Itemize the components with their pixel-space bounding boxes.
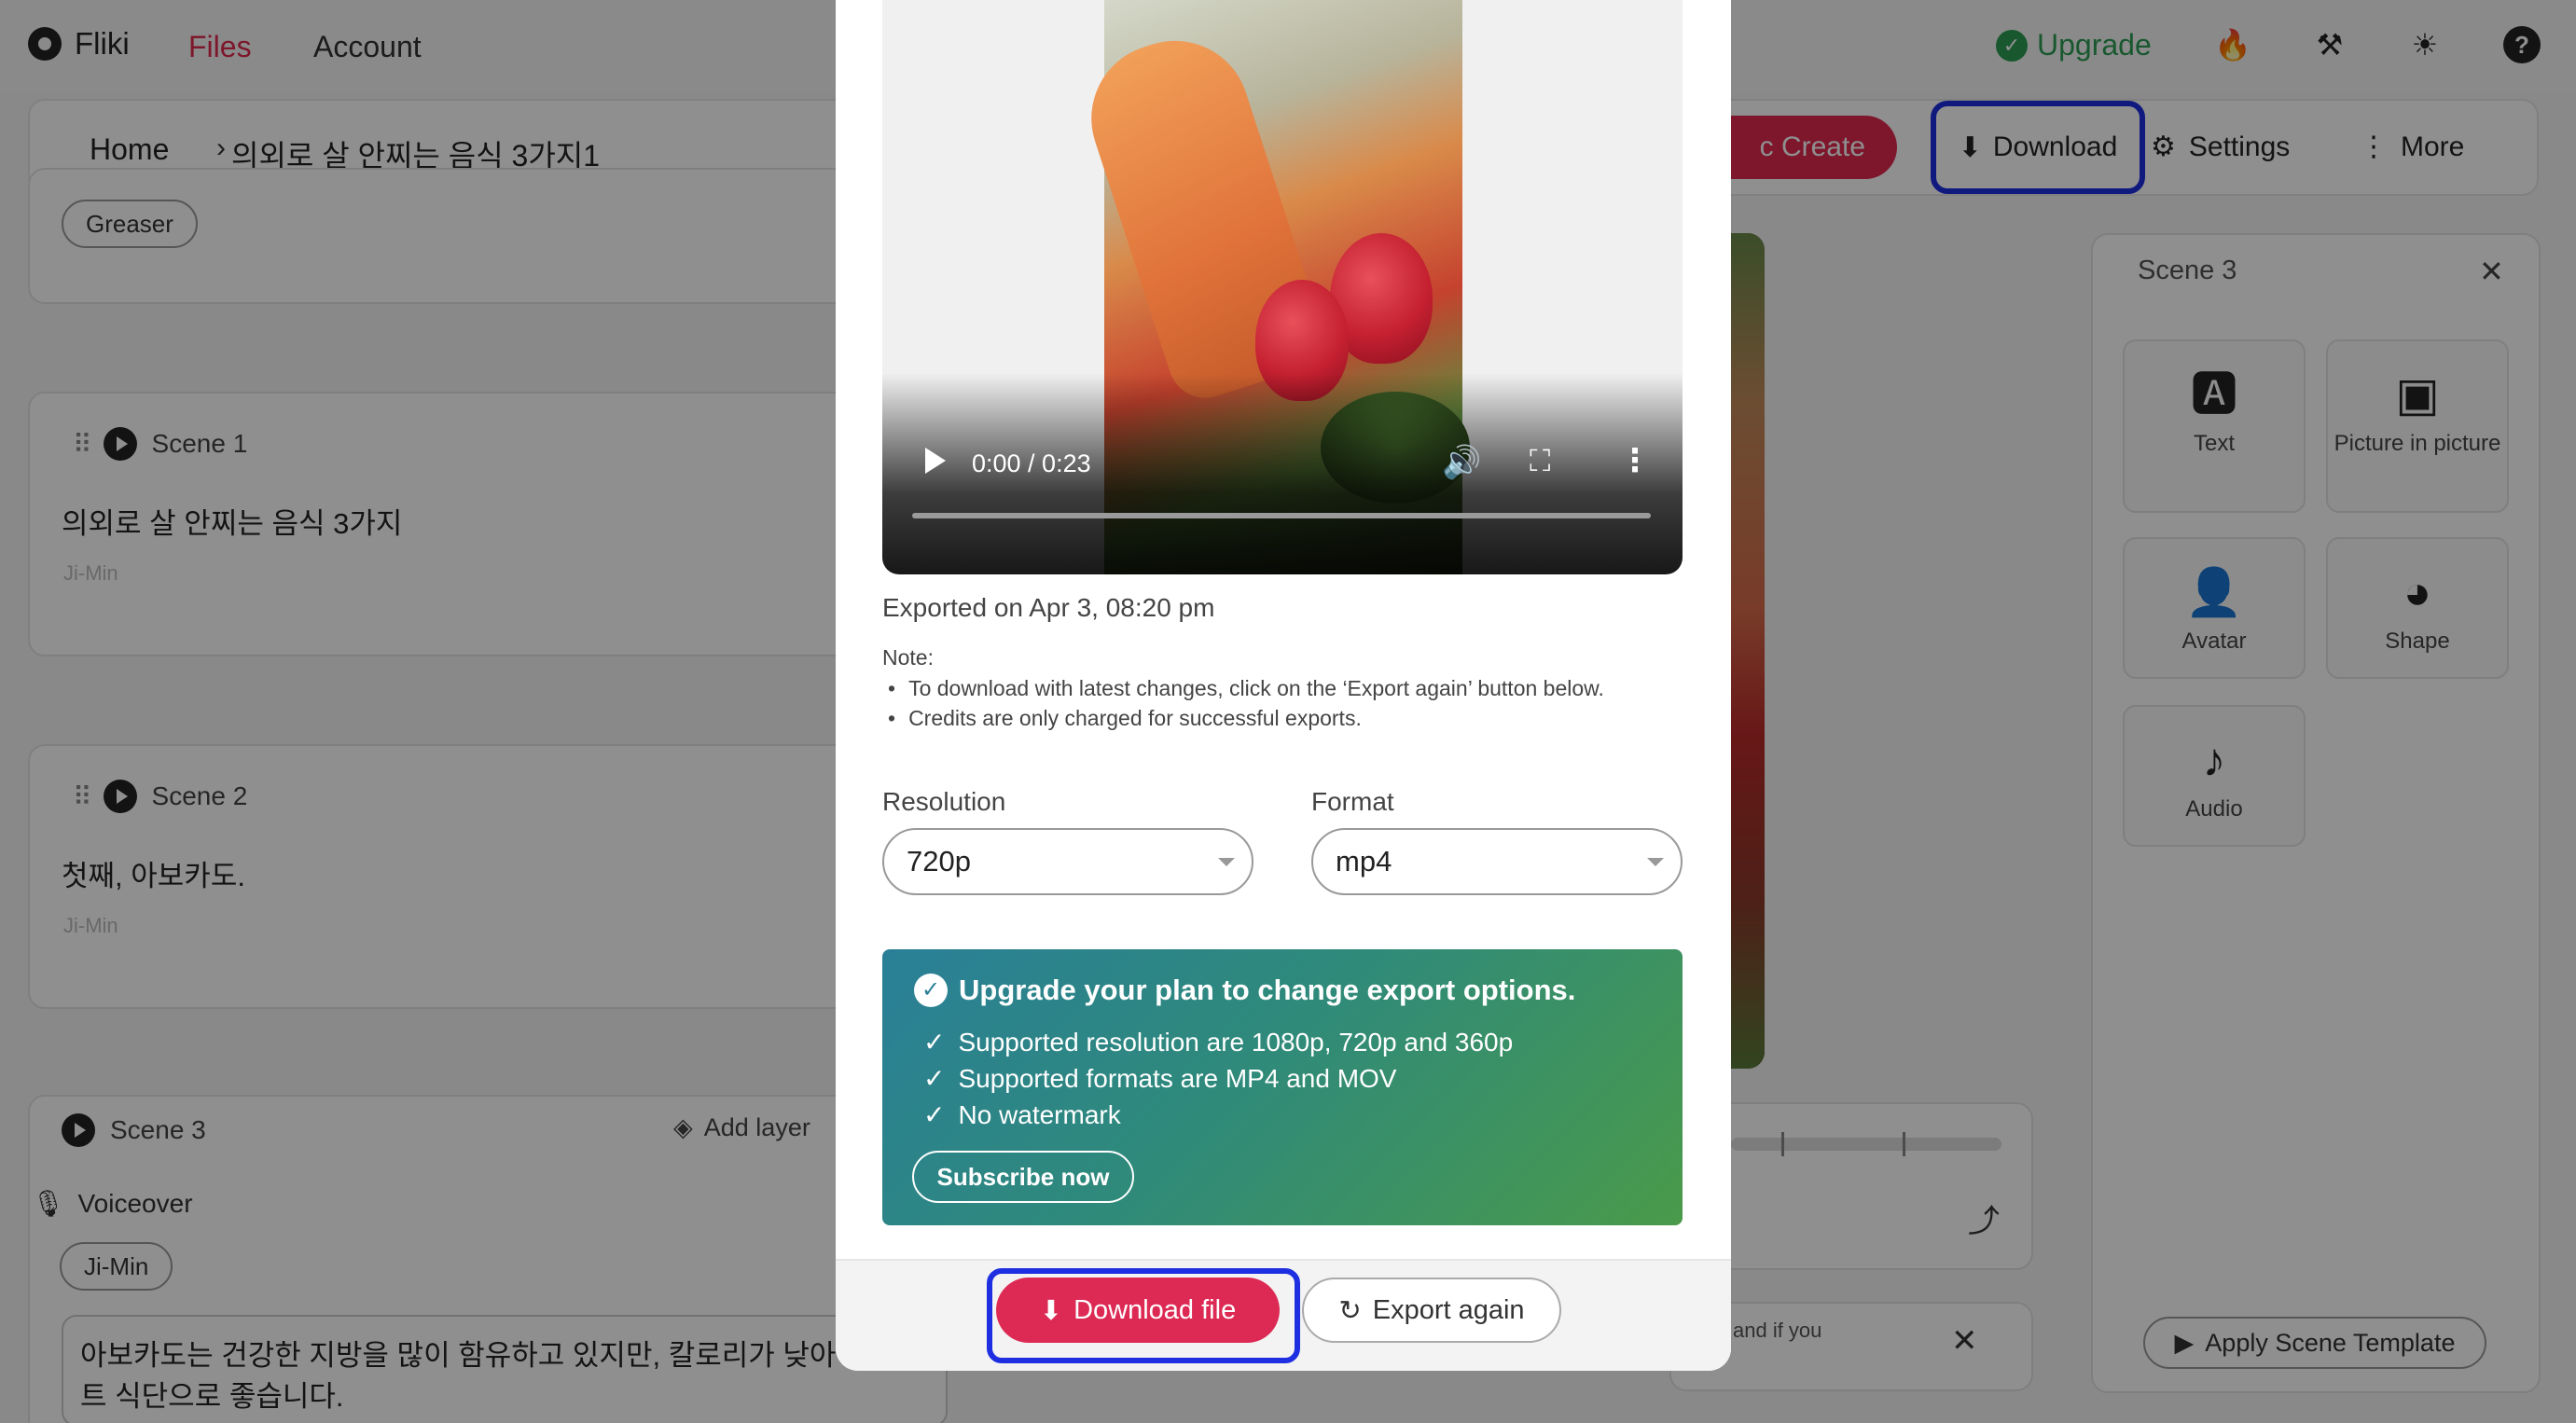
format-select[interactable]: mp4	[1311, 828, 1683, 895]
download-file-button[interactable]: ⬇ Download file	[996, 1278, 1280, 1343]
download-file-label: Download file	[1073, 1294, 1237, 1325]
chevron-down-icon	[1647, 858, 1664, 866]
video-time: 0:00 / 0:23	[972, 449, 1091, 477]
modal-footer: ⬇ Download file ↻ Export again	[836, 1259, 1731, 1371]
promo-feature: Supported resolution are 1080p, 720p and…	[923, 1024, 1513, 1060]
subscribe-now-button[interactable]: Subscribe now	[912, 1151, 1134, 1203]
note-title: Note:	[882, 645, 934, 670]
export-again-label: Export again	[1372, 1294, 1525, 1325]
format-label: Format	[1311, 787, 1394, 816]
promo-feature: Supported formats are MP4 and MOV	[923, 1060, 1513, 1097]
fullscreen-icon[interactable]: ⛶	[1530, 444, 1550, 479]
promo-feature-list: Supported resolution are 1080p, 720p and…	[923, 1024, 1513, 1133]
video-progress-bar[interactable]	[912, 513, 1651, 518]
verified-badge-icon: ✓	[914, 974, 948, 1007]
resolution-label: Resolution	[882, 787, 1006, 816]
promo-title: ✓ Upgrade your plan to change export opt…	[914, 974, 1575, 1007]
note-item: Credits are only charged for successful …	[882, 703, 1604, 733]
download-modal: 0:00 / 0:23 🔊 ⛶ ⋮ Exported on Apr 3, 08:…	[836, 0, 1731, 1371]
more-vertical-icon[interactable]: ⋮	[1619, 442, 1651, 479]
resolution-select[interactable]: 720p	[882, 828, 1253, 895]
promo-feature: No watermark	[923, 1097, 1513, 1133]
resolution-value: 720p	[907, 845, 971, 877]
format-value: mp4	[1336, 845, 1392, 877]
exported-date: Exported on Apr 3, 08:20 pm	[882, 593, 1215, 622]
promo-title-text: Upgrade your plan to change export optio…	[959, 974, 1576, 1006]
export-again-button[interactable]: ↻ Export again	[1302, 1278, 1561, 1343]
note-item: To download with latest changes, click o…	[882, 673, 1604, 703]
volume-icon[interactable]: 🔊	[1442, 444, 1481, 481]
chevron-down-icon	[1218, 858, 1235, 866]
refresh-icon: ↻	[1338, 1295, 1362, 1326]
note-list: To download with latest changes, click o…	[882, 673, 1604, 733]
download-icon: ⬇	[1039, 1295, 1063, 1326]
video-player[interactable]: 0:00 / 0:23 🔊 ⛶ ⋮	[882, 0, 1683, 574]
upgrade-promo: ✓ Upgrade your plan to change export opt…	[882, 949, 1683, 1225]
play-icon[interactable]	[925, 448, 946, 474]
